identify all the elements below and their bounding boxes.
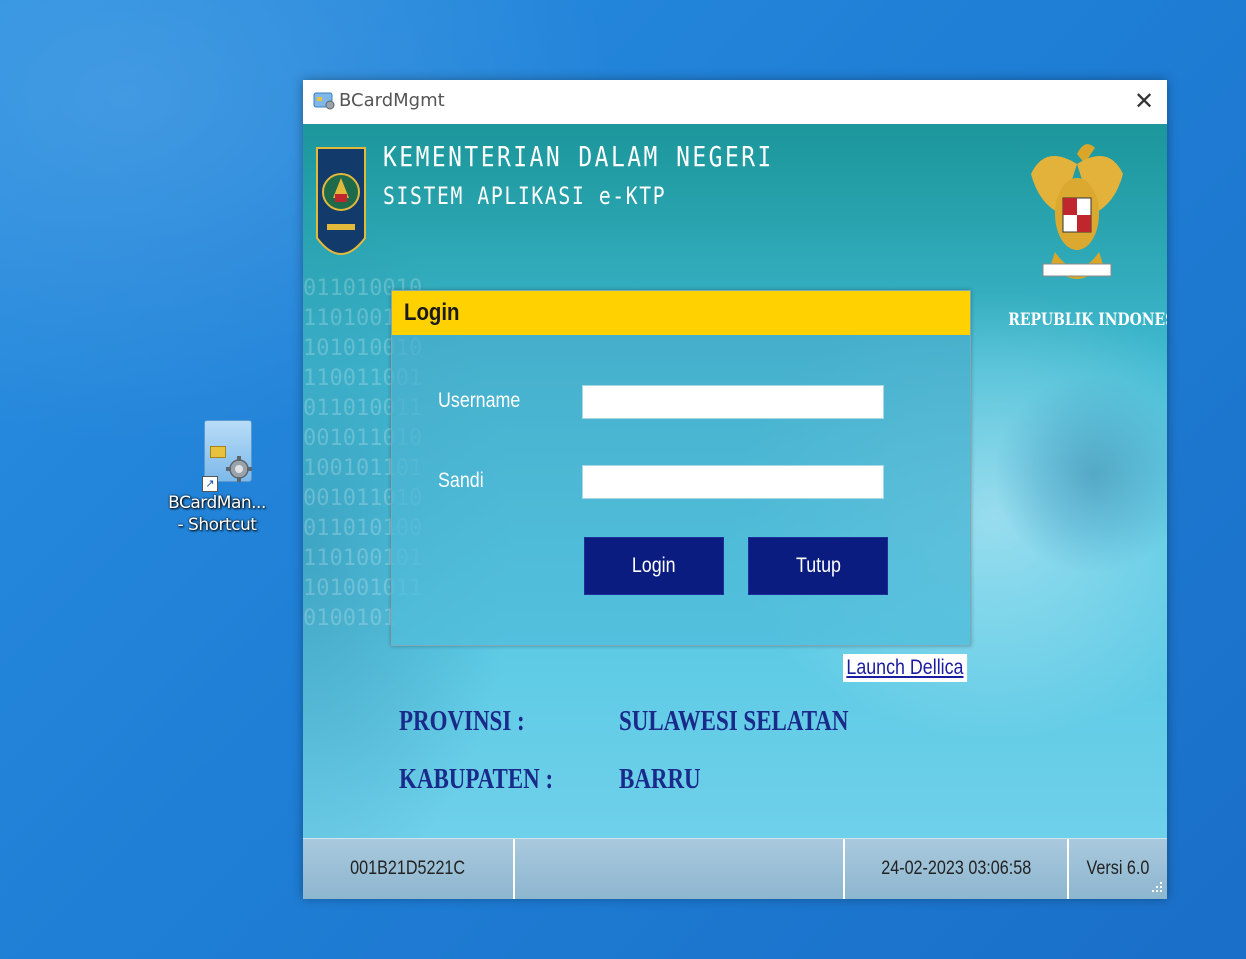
kabupaten-label: KABUPATEN :: [399, 764, 554, 795]
login-panel: Login Username Sandi Login Tutup: [391, 290, 971, 646]
title-bar[interactable]: BCardMgmt ✕: [303, 80, 1167, 124]
app-window-icon: [313, 92, 335, 110]
close-icon[interactable]: ✕: [1121, 80, 1167, 124]
launch-dellica-link[interactable]: Launch Dellica: [843, 654, 967, 682]
kemendagri-emblem: [316, 147, 366, 255]
kabupaten-value: BARRU: [619, 764, 701, 795]
icon-label-line2: - Shortcut: [177, 515, 257, 535]
login-panel-header: Login: [392, 291, 970, 335]
republik-indonesia-text: REPUBLIK INDONESIA: [1008, 310, 1167, 330]
app-subheading: SISTEM APLIKASI e-KTP: [383, 182, 667, 210]
login-button[interactable]: Login: [584, 537, 724, 595]
provinsi-value: SULAWESI SELATAN: [619, 706, 849, 737]
shortcut-arrow-icon: ↗: [202, 476, 218, 492]
status-datetime: 24-02-2023 03:06:58: [845, 839, 1069, 899]
bcardmgmt-window: BCardMgmt ✕ 0110100101101001011010100101…: [303, 80, 1167, 899]
resize-grip-icon[interactable]: [1151, 881, 1163, 893]
icon-label-line1: BCardMan...: [168, 493, 266, 513]
login-screen: 0110100101101001011010100101100110010110…: [303, 124, 1167, 838]
provinsi-label: PROVINSI :: [399, 706, 525, 737]
window-title: BCardMgmt: [339, 90, 445, 111]
sandi-input[interactable]: [582, 465, 884, 499]
version-text: Versi 6.0: [1086, 858, 1150, 879]
device-id-text: 001B21D5221C: [350, 858, 466, 879]
username-label: Username: [438, 389, 521, 412]
tutup-button[interactable]: Tutup: [748, 537, 888, 595]
sandi-label: Sandi: [438, 469, 484, 492]
login-panel-title: Login: [404, 299, 460, 326]
status-bar: 001B21D5221C 24-02-2023 03:06:58 Versi 6…: [303, 838, 1167, 899]
tutup-button-label: Tutup: [795, 554, 841, 577]
username-input[interactable]: [582, 385, 884, 419]
datetime-text: 24-02-2023 03:06:58: [881, 858, 1031, 879]
bcard-app-icon: ↗: [184, 420, 252, 492]
desktop-shortcut-bcardmanager[interactable]: ↗ BCardMan... - Shortcut: [162, 420, 272, 536]
login-button-label: Login: [632, 554, 676, 577]
gear-icon: [226, 456, 252, 482]
garuda-pancasila-emblem: [1031, 144, 1123, 279]
desktop-icon-label: BCardMan... - Shortcut: [162, 492, 272, 536]
status-middle-panel: [515, 839, 845, 899]
status-device-id: 001B21D5221C: [303, 839, 515, 899]
ministry-heading: KEMENTERIAN DALAM NEGERI: [383, 140, 774, 173]
